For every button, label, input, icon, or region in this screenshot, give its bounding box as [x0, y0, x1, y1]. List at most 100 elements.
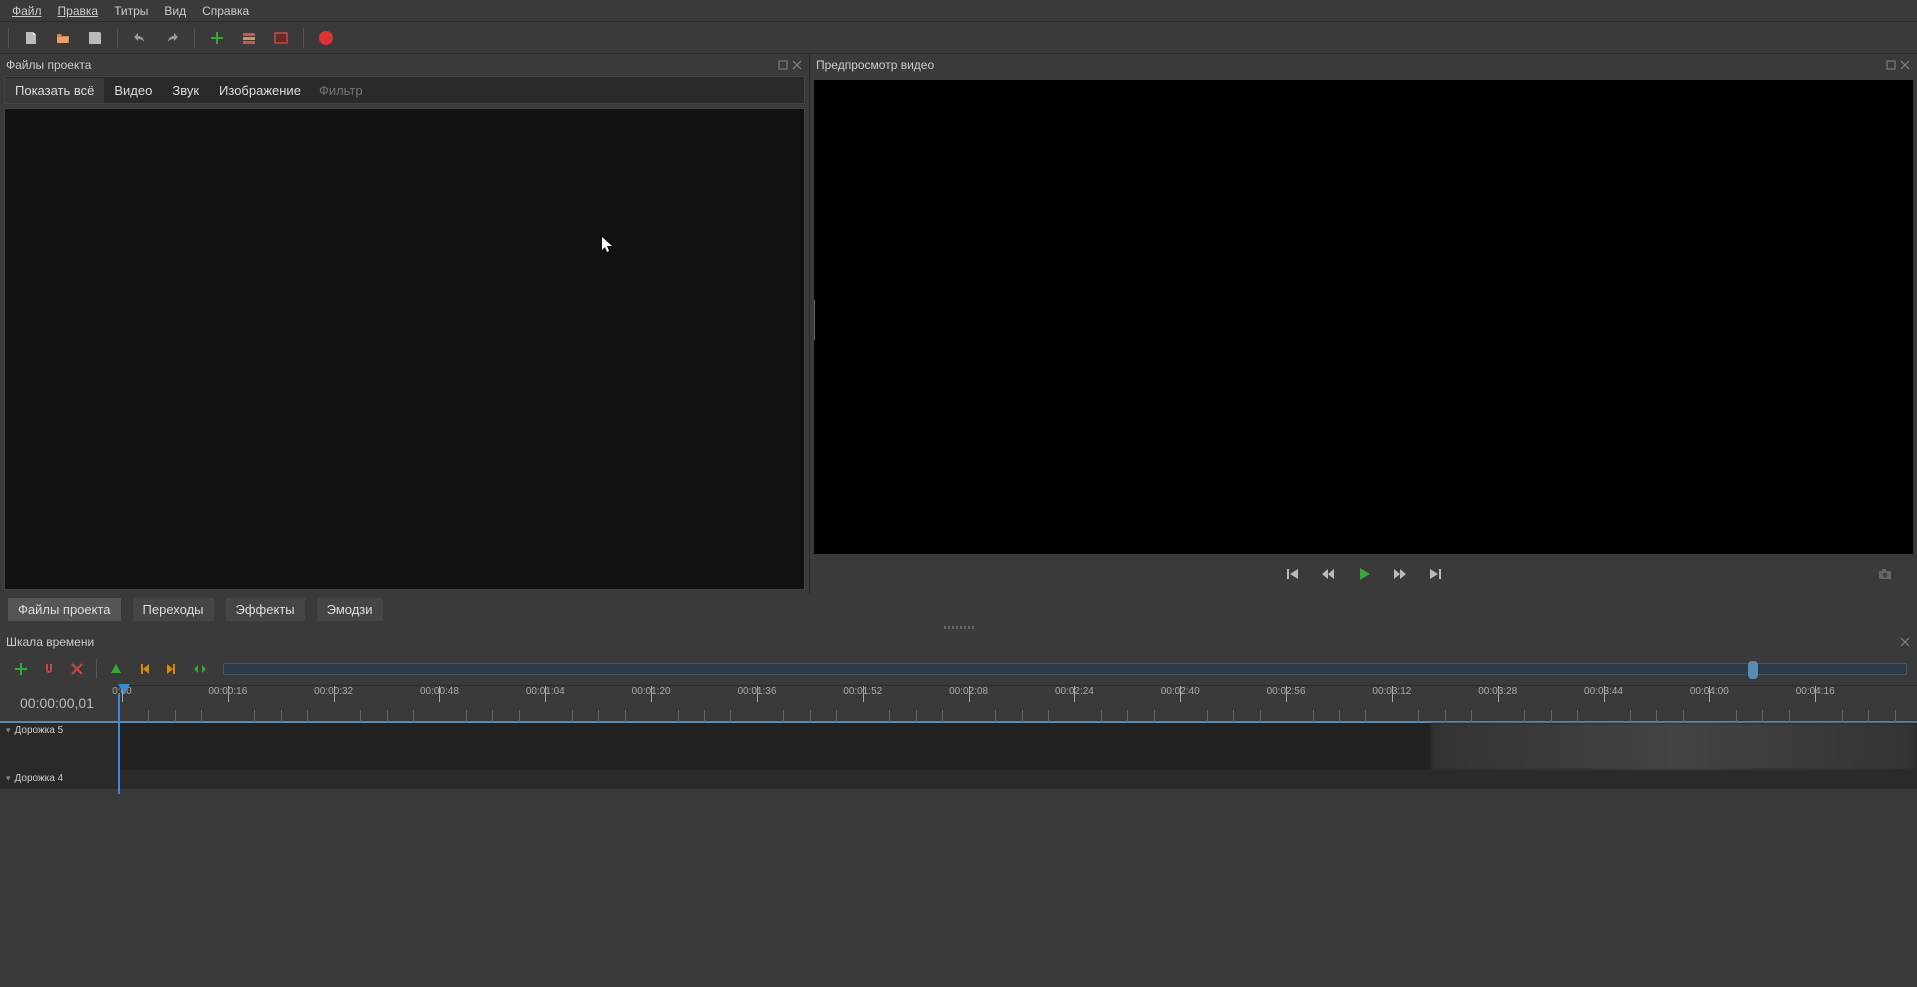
ruler-tick-label: 00:03:28	[1478, 686, 1517, 697]
rewind-button[interactable]	[1316, 562, 1340, 586]
undo-button[interactable]	[128, 26, 152, 50]
center-playhead-button[interactable]	[189, 658, 211, 680]
fast-forward-button[interactable]	[1388, 562, 1412, 586]
ruler-tick-label: 00:03:44	[1584, 686, 1623, 697]
timeline-title: Шкала времени	[6, 635, 94, 649]
toolbar-separator	[194, 28, 195, 48]
record-icon	[319, 31, 333, 45]
ruler-tick-label: 00:01:52	[843, 686, 882, 697]
jump-start-button[interactable]	[1280, 562, 1304, 586]
toolbar-separator	[303, 28, 304, 48]
track-header[interactable]: ▾ Дорожка 4	[0, 771, 118, 788]
snap-button[interactable]	[38, 658, 60, 680]
video-preview-panel: Предпросмотр видео	[810, 54, 1917, 594]
project-files-area[interactable]	[4, 108, 805, 590]
close-panel-button[interactable]	[1899, 636, 1911, 648]
new-project-button[interactable]	[19, 26, 43, 50]
ruler-tick-label: 00:00:32	[314, 686, 353, 697]
close-panel-button[interactable]	[791, 59, 803, 71]
bottom-tab-transitions[interactable]: Переходы	[133, 598, 214, 621]
redo-button[interactable]	[160, 26, 184, 50]
ruler-tick-label: 00:01:36	[737, 686, 776, 697]
video-preview-title: Предпросмотр видео	[816, 58, 934, 72]
zoom-slider[interactable]	[223, 663, 1907, 675]
menu-titles[interactable]: Титры	[106, 1, 156, 21]
toolbar-separator	[8, 28, 9, 48]
video-preview-header: Предпросмотр видео	[810, 54, 1917, 76]
preview-controls	[810, 554, 1917, 594]
ruler-tick-label: 00:04:16	[1796, 686, 1835, 697]
filter-tab-audio[interactable]: Звук	[162, 78, 209, 103]
play-button[interactable]	[1352, 562, 1376, 586]
chevron-down-icon[interactable]: ▾	[6, 773, 11, 784]
jump-end-button[interactable]	[1424, 562, 1448, 586]
bottom-tab-effects[interactable]: Эффекты	[226, 598, 305, 621]
zoom-slider-handle[interactable]	[1748, 661, 1758, 679]
next-marker-button[interactable]	[161, 658, 183, 680]
filter-tab-video[interactable]: Видео	[104, 78, 162, 103]
ruler-tick-label: 00:02:24	[1055, 686, 1094, 697]
track-lane[interactable]	[118, 771, 1917, 788]
track-name-label: Дорожка 4	[15, 773, 64, 784]
timeline-ruler[interactable]: 0:0000:00:1600:00:3200:00:4800:01:0400:0…	[118, 685, 1917, 721]
timeline-tracks: ▾ Дорожка 5 ▾ Дорожка 4	[0, 721, 1917, 789]
menu-bar: Файл Правка Титры Вид Справка	[0, 0, 1917, 22]
track-header[interactable]: ▾ Дорожка 5	[0, 723, 118, 770]
open-project-button[interactable]	[51, 26, 75, 50]
prev-marker-button[interactable]	[133, 658, 155, 680]
project-files-panel: Файлы проекта Показать всё Видео Звук Из…	[0, 54, 810, 594]
ruler-tick-label: 00:01:20	[632, 686, 671, 697]
profiles-button[interactable]	[237, 26, 261, 50]
current-time-display[interactable]: 00:00:00,01	[0, 695, 118, 711]
ruler-tick-label: 00:02:56	[1267, 686, 1306, 697]
ruler-tick-label: 00:02:08	[949, 686, 988, 697]
chevron-down-icon[interactable]: ▾	[6, 725, 11, 736]
import-files-button[interactable]	[205, 26, 229, 50]
add-track-button[interactable]	[10, 658, 32, 680]
undock-panel-button[interactable]	[1885, 59, 1897, 71]
menu-view[interactable]: Вид	[156, 1, 194, 21]
bottom-tabs: Файлы проекта Переходы Эффекты Эмодзи	[0, 594, 1917, 624]
track-name-label: Дорожка 5	[15, 725, 64, 736]
undock-panel-button[interactable]	[777, 59, 789, 71]
snapshot-button[interactable]	[1873, 562, 1897, 586]
bottom-tab-emoji[interactable]: Эмодзи	[317, 598, 383, 621]
bottom-tab-project-files[interactable]: Файлы проекта	[8, 598, 121, 621]
ruler-tick-label: 00:00:48	[420, 686, 459, 697]
vertical-splitter[interactable]	[814, 300, 815, 340]
project-files-title: Файлы проекта	[6, 58, 91, 72]
close-panel-button[interactable]	[1899, 59, 1911, 71]
cursor-icon	[602, 237, 614, 256]
filter-tab-image[interactable]: Изображение	[209, 78, 311, 103]
track-lane[interactable]	[118, 723, 1917, 770]
timeline-ruler-row: 00:00:00,01 0:0000:00:1600:00:3200:00:48…	[0, 685, 1917, 721]
ruler-tick-label: 00:02:40	[1161, 686, 1200, 697]
project-files-filter-bar: Показать всё Видео Звук Изображение	[4, 76, 805, 104]
add-marker-button[interactable]	[105, 658, 127, 680]
timeline-toolbar	[0, 653, 1917, 685]
ruler-tick-label: 00:03:12	[1372, 686, 1411, 697]
track-row: ▾ Дорожка 5	[0, 723, 1917, 771]
ruler-tick-label: 00:01:04	[526, 686, 565, 697]
menu-edit[interactable]: Правка	[50, 1, 107, 21]
playhead-line[interactable]	[118, 694, 120, 794]
ruler-tick-label: 00:00:16	[208, 686, 247, 697]
toolbar-separator	[96, 659, 97, 679]
toolbar-separator	[117, 28, 118, 48]
project-files-header: Файлы проекта	[0, 54, 809, 76]
razor-button[interactable]	[66, 658, 88, 680]
video-preview-area[interactable]	[814, 80, 1913, 554]
export-button[interactable]	[314, 26, 338, 50]
menu-file[interactable]: Файл	[4, 1, 50, 21]
filter-tab-show-all[interactable]: Показать всё	[5, 78, 104, 103]
timeline-header: Шкала времени	[0, 631, 1917, 653]
fullscreen-button[interactable]	[269, 26, 293, 50]
main-toolbar	[0, 22, 1917, 54]
menu-help[interactable]: Справка	[194, 1, 257, 21]
filter-input[interactable]	[311, 79, 804, 102]
timeline-panel: Шкала времени	[0, 631, 1917, 789]
save-project-button[interactable]	[83, 26, 107, 50]
playhead-icon[interactable]	[118, 684, 130, 694]
ruler-tick-label: 00:04:00	[1690, 686, 1729, 697]
horizontal-splitter[interactable]	[0, 624, 1917, 631]
